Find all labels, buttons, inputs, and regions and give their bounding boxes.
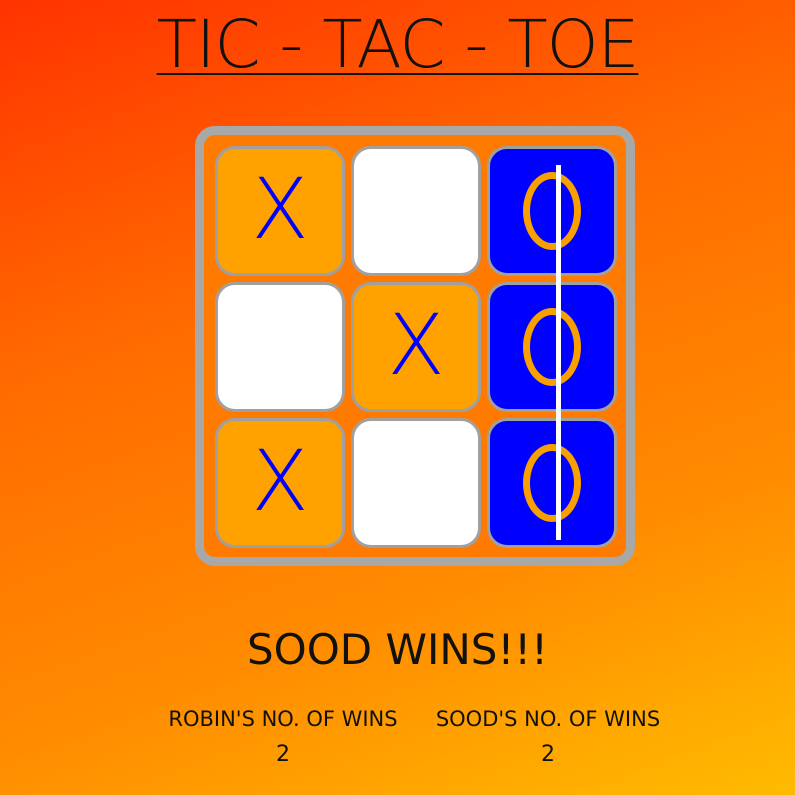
x-mark: X (251, 160, 309, 258)
winning-line (556, 165, 561, 540)
score-robin-label: ROBIN'S NO. OF WINS (168, 707, 398, 731)
board-cell-3-3[interactable] (487, 418, 617, 548)
score-sood-value: 2 (541, 742, 555, 767)
x-mark: X (251, 432, 309, 530)
game-status: SOOD WINS!!! (247, 625, 548, 674)
score-robin: ROBIN'S NO. OF WINS 2 (143, 704, 423, 770)
o-mark (523, 308, 581, 386)
game-board: XXX (195, 126, 635, 566)
score-robin-value: 2 (276, 742, 290, 767)
board-cell-1-2[interactable] (351, 146, 481, 276)
score-sood-label: SOOD'S NO. OF WINS (435, 707, 661, 731)
game-title: TIC - TAC - TOE (0, 6, 795, 84)
board-cell-2-2[interactable]: X (351, 282, 481, 412)
x-mark: X (387, 296, 445, 394)
board-cell-1-3[interactable] (487, 146, 617, 276)
board-cell-1-1[interactable]: X (215, 146, 345, 276)
score-sood: SOOD'S NO. OF WINS 2 (408, 704, 688, 770)
board-cell-3-1[interactable]: X (215, 418, 345, 548)
o-mark (523, 172, 581, 250)
board-cell-2-1[interactable] (215, 282, 345, 412)
o-mark (523, 444, 581, 522)
board-cell-3-2[interactable] (351, 418, 481, 548)
game-title-text: TIC - TAC - TOE (156, 6, 640, 83)
board-cell-2-3[interactable] (487, 282, 617, 412)
